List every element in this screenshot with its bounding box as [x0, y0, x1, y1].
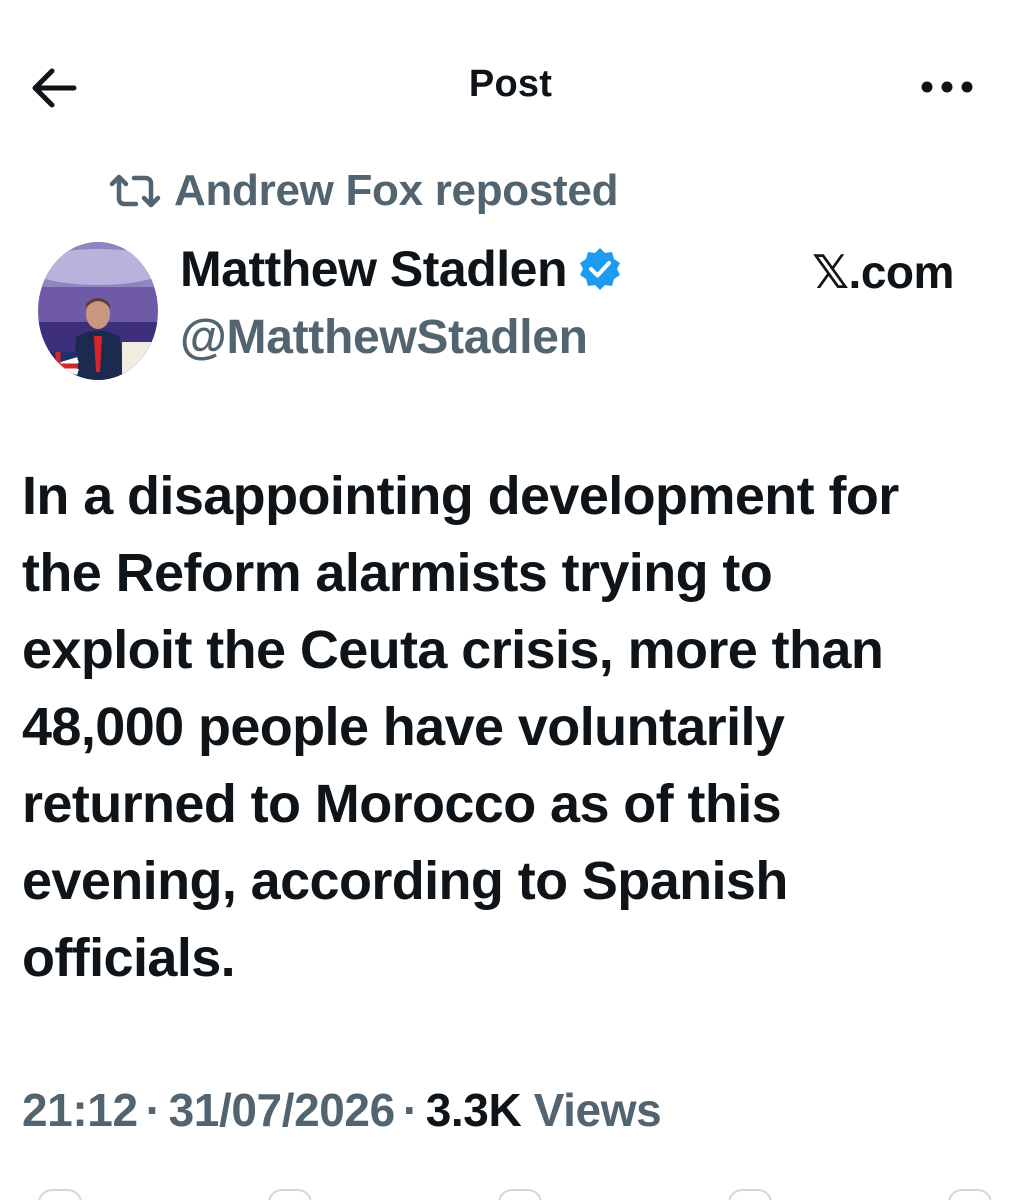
source-label: 𝕏.com	[812, 246, 954, 298]
views-count: 3.3K	[425, 1084, 522, 1136]
like-button[interactable]	[498, 1189, 542, 1200]
post-time[interactable]: 21:12	[22, 1084, 138, 1136]
more-options-button[interactable]	[912, 62, 982, 112]
reply-button[interactable]	[38, 1189, 82, 1200]
action-bar	[0, 1185, 1021, 1200]
meta-separator: ·	[402, 1084, 418, 1136]
repost-text: Andrew Fox reposted	[174, 166, 619, 215]
views-label: Views	[533, 1084, 662, 1136]
repost-button[interactable]	[268, 1189, 312, 1200]
post-date[interactable]: 31/07/2026	[169, 1084, 396, 1136]
post-meta: 21:12 · 31/07/2026 · 3.3K Views	[22, 1083, 662, 1137]
post-text: In a disappointing development for the R…	[22, 466, 899, 988]
page-title: Post	[468, 63, 553, 105]
author-name[interactable]: Matthew Stadlen	[180, 240, 623, 298]
share-button[interactable]	[948, 1189, 992, 1200]
avatar[interactable]	[38, 242, 158, 380]
verified-badge-icon	[579, 248, 620, 290]
bookmark-button[interactable]	[728, 1189, 772, 1200]
author-handle[interactable]: @MatthewStadlen	[180, 310, 588, 365]
repost-icon	[109, 174, 161, 208]
top-bar: Post	[0, 0, 1021, 170]
author-name-text: Matthew Stadlen	[180, 241, 567, 297]
meta-separator: ·	[145, 1084, 161, 1136]
repost-context[interactable]: Andrew Fox reposted	[108, 164, 618, 218]
profile-photo	[38, 242, 158, 380]
more-horizontal-icon	[921, 81, 973, 93]
